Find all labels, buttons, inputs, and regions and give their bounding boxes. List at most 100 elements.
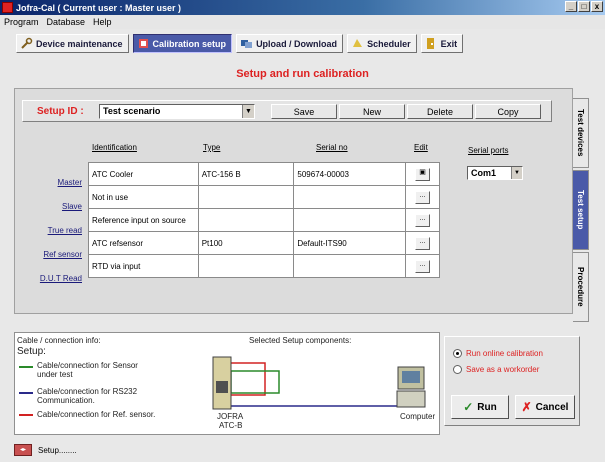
device-maintenance-button[interactable]: Device maintenance [16, 34, 129, 53]
cell-serial: 509674-00003 [293, 162, 407, 186]
rs232-cable-line [19, 392, 33, 394]
exit-door-icon [426, 38, 434, 49]
cross-icon: ✗ [521, 400, 532, 414]
selected-components-label: Selected Setup components: [249, 336, 352, 345]
title-bar: Jofra-Cal ( Current user : Master user )… [0, 0, 605, 15]
calibration-icon [138, 39, 148, 48]
cell-type: ATC-156 B [197, 162, 295, 186]
legend-sensor: Cable/connection for Sensor under test [37, 361, 138, 379]
window-title: Jofra-Cal ( Current user : Master user ) [16, 2, 182, 13]
maximize-button[interactable]: □ [578, 1, 590, 12]
cell-identification: RTD via input [88, 254, 199, 278]
upload-download-label: Upload / Download [256, 38, 338, 49]
cancel-button[interactable]: ✗ Cancel [515, 395, 575, 419]
tab-procedure[interactable]: Procedure [573, 252, 589, 322]
cell-type [197, 185, 295, 209]
setup-id-label: Setup ID : [37, 105, 84, 117]
row-label-ref-sensor[interactable]: Ref sensor [22, 250, 82, 259]
menu-program[interactable]: Program [4, 17, 39, 27]
device-maintenance-label: Device maintenance [36, 38, 123, 49]
col-serial: Serial no [316, 143, 348, 152]
cell-serial: Default-ITS90 [293, 231, 407, 255]
computer-label: Computer [400, 412, 436, 421]
transfer-icon [241, 40, 253, 48]
row-label-dut-read[interactable]: D.U.T Read [22, 274, 82, 283]
run-button[interactable]: ✓ Run [451, 395, 509, 419]
calibration-setup-label: Calibration setup [152, 38, 227, 49]
delete-button[interactable]: Delete [407, 104, 473, 119]
close-button[interactable]: x [591, 1, 603, 12]
side-tabs: Test devices Test setup Procedure [573, 88, 589, 326]
run-online-option[interactable]: Run online calibration [453, 349, 543, 358]
checkmark-icon: ✓ [463, 400, 474, 414]
serial-port-select[interactable]: Com1 ▼ [467, 166, 523, 180]
cell-identification: Reference input on source [88, 208, 199, 232]
menu-database[interactable]: Database [47, 17, 86, 27]
scheduler-button[interactable]: Scheduler [347, 34, 417, 53]
ref-cable-line [19, 414, 33, 416]
save-button[interactable]: Save [271, 104, 337, 119]
edit-button[interactable]: ... [415, 213, 431, 227]
cell-identification: ATC Cooler [88, 162, 199, 186]
connection-info-panel: Cable / connection info: Setup: Selected… [14, 332, 440, 435]
save-workorder-radio[interactable] [453, 365, 462, 374]
calibration-setup-button[interactable]: Calibration setup [132, 34, 233, 53]
cell-type: Pt100 [197, 231, 295, 255]
setup-label: Setup: [17, 346, 46, 357]
cell-serial [293, 254, 407, 278]
main-toolbar: Device maintenance Calibration setup Upl… [16, 34, 464, 53]
serial-ports-label: Serial ports [468, 146, 509, 155]
cell-identification: Not in use [88, 185, 199, 209]
tab-test-setup[interactable]: Test setup [573, 170, 589, 250]
exit-button[interactable]: Exit [420, 34, 464, 53]
save-workorder-label: Save as a workorder [466, 365, 540, 374]
run-label: Run [477, 401, 497, 413]
edit-button[interactable]: ▣ [415, 167, 431, 181]
cell-identification: ATC refsensor [88, 231, 199, 255]
col-type: Type [203, 143, 221, 152]
page-title: Setup and run calibration [236, 68, 369, 80]
run-online-label: Run online calibration [466, 349, 543, 358]
edit-button[interactable]: ... [415, 236, 431, 250]
cell-type [197, 254, 295, 278]
cell-serial [293, 185, 407, 209]
tab-test-devices-label: Test devices [576, 109, 585, 157]
wrench-icon [21, 37, 33, 49]
setup-id-row: Setup ID : Test scenario ▼ Save New Dele… [22, 100, 552, 122]
table-row: ATC Cooler ATC-156 B 509674-00003 ▣ [88, 162, 440, 186]
chevron-down-icon[interactable]: ▼ [242, 104, 254, 118]
tab-test-devices[interactable]: Test devices [573, 98, 589, 168]
row-label-master[interactable]: Master [22, 178, 82, 187]
edit-button[interactable]: ... [415, 190, 431, 204]
col-edit: Edit [414, 143, 428, 152]
upload-download-button[interactable]: Upload / Download [236, 34, 344, 53]
serial-port-value: Com1 [471, 168, 497, 178]
legend-rs232: Cable/connection for RS232 Communication… [37, 387, 138, 405]
new-button[interactable]: New [339, 104, 405, 119]
device-label-atc: ATC-B [219, 421, 243, 430]
edit-button[interactable]: ... [415, 259, 431, 273]
menu-bar: Program Database Help [0, 15, 605, 29]
table-row: Reference input on source ... [88, 208, 440, 232]
setup-id-select[interactable]: Test scenario ▼ [99, 103, 255, 119]
device-label-jofra: JOFRA [217, 412, 244, 421]
col-identification: Identification [92, 143, 137, 152]
minimize-button[interactable]: _ [565, 1, 577, 12]
menu-help[interactable]: Help [93, 17, 112, 27]
run-online-radio[interactable] [453, 349, 462, 358]
row-label-slave[interactable]: Slave [22, 202, 82, 211]
save-workorder-option[interactable]: Save as a workorder [453, 365, 539, 374]
setup-grid: ATC Cooler ATC-156 B 509674-00003 ▣ Not … [88, 162, 440, 278]
tab-procedure-label: Procedure [576, 267, 585, 307]
status-icon: ◂▸ [14, 444, 32, 456]
chevron-down-icon[interactable]: ▼ [511, 167, 522, 179]
table-row: ATC refsensor Pt100 Default-ITS90 ... [88, 231, 440, 255]
legend-ref: Cable/connection for Ref. sensor. [37, 410, 156, 419]
run-options-panel: Run online calibration Save as a workord… [444, 336, 580, 426]
copy-button[interactable]: Copy [475, 104, 541, 119]
status-bar: ◂▸ Setup........ [14, 442, 580, 458]
row-label-true-read[interactable]: True read [22, 226, 82, 235]
cell-type [197, 208, 295, 232]
tab-test-setup-label: Test setup [576, 190, 585, 230]
cancel-label: Cancel [535, 401, 569, 413]
